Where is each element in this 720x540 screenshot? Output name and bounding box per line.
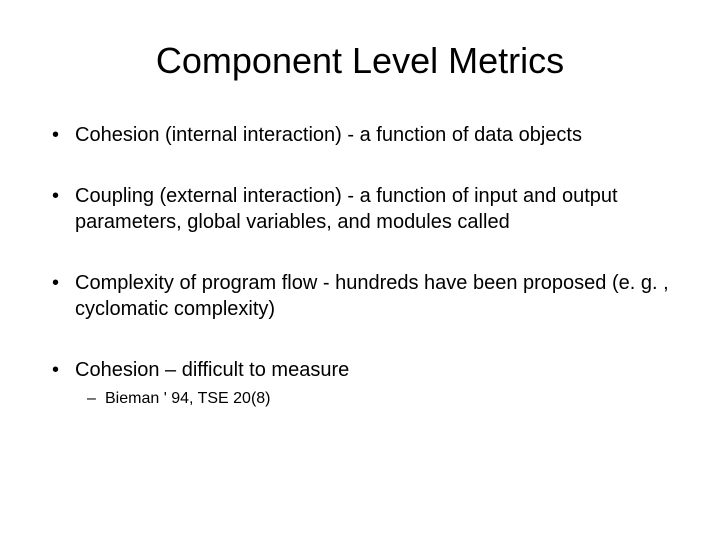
sub-bullet-list: Bieman ' 94, TSE 20(8) bbox=[75, 389, 680, 410]
sub-bullet-item: Bieman ' 94, TSE 20(8) bbox=[75, 389, 680, 410]
bullet-item: Cohesion (internal interaction) - a func… bbox=[40, 122, 680, 148]
sub-bullet-text: Bieman ' 94, TSE 20(8) bbox=[105, 390, 271, 407]
slide-title: Component Level Metrics bbox=[40, 40, 680, 82]
bullet-item: Coupling (external interaction) - a func… bbox=[40, 183, 680, 235]
bullet-item: Complexity of program flow - hundreds ha… bbox=[40, 270, 680, 322]
bullet-text: Cohesion – difficult to measure bbox=[75, 359, 349, 381]
bullet-text: Cohesion (internal interaction) - a func… bbox=[75, 124, 582, 146]
bullet-text: Complexity of program flow - hundreds ha… bbox=[75, 272, 669, 320]
bullet-item: Cohesion – difficult to measure Bieman '… bbox=[40, 357, 680, 410]
bullet-text: Coupling (external interaction) - a func… bbox=[75, 185, 618, 233]
bullet-list: Cohesion (internal interaction) - a func… bbox=[40, 122, 680, 410]
